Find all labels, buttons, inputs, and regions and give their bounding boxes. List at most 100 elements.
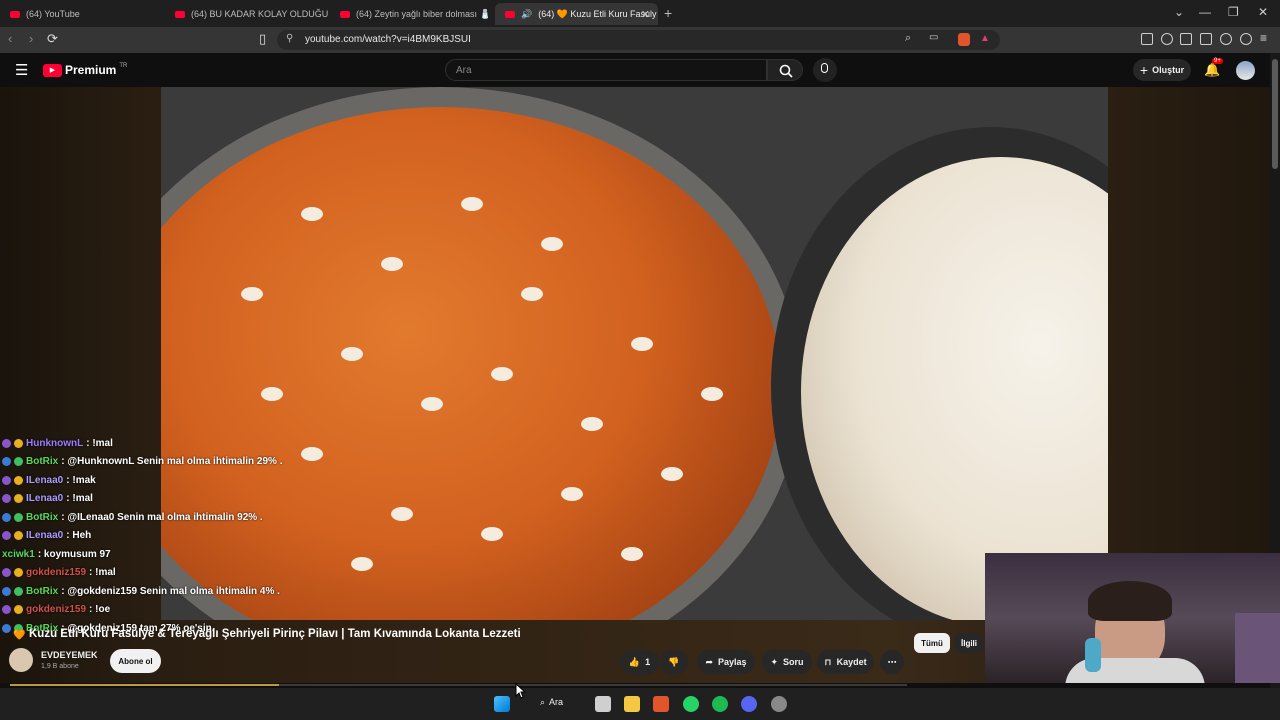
youtube-logo[interactable]: ▶ Premium TR <box>43 63 127 77</box>
chat-username[interactable]: gokdeniz159 <box>26 604 86 615</box>
url-text: youtube.com/watch?v=i4BM9KBJSUI <box>305 34 471 45</box>
chat-badge-icon <box>2 623 11 633</box>
sidebar-icon[interactable] <box>1180 33 1192 45</box>
chat-message: xciwk1: koymusum 97 <box>2 545 302 564</box>
address-bar[interactable]: ⚲ youtube.com/watch?v=i4BM9KBJSUI ⌕ ▭ ▲ <box>277 30 1000 50</box>
browser-tab[interactable]: (64) YouTube <box>0 3 163 25</box>
chat-username[interactable]: BotRix <box>26 512 58 523</box>
chat-username[interactable]: gokdeniz159 <box>26 567 86 578</box>
search-button[interactable] <box>767 59 803 81</box>
vpn-icon[interactable] <box>1240 33 1252 45</box>
chat-badge-icon <box>2 475 11 485</box>
search-input[interactable]: Ara <box>445 59 767 81</box>
chat-badge-icon <box>2 531 11 541</box>
chat-text: : @ILenaa0 Senin mal olma ihtimalin 92% … <box>61 511 263 523</box>
youtube-header: ☰ ▶ Premium TR Ara + Oluştur 🔔 9+ <box>0 53 1280 87</box>
settings-app-icon[interactable] <box>771 696 787 712</box>
notifications-button[interactable]: 🔔 9+ <box>1204 58 1223 79</box>
wallet-icon[interactable] <box>1200 33 1212 45</box>
chip-all[interactable]: Tümü <box>914 633 950 653</box>
channel-avatar[interactable] <box>9 648 33 672</box>
reload-icon[interactable]: ⟳ <box>47 31 58 47</box>
voice-search-button[interactable] <box>813 58 837 82</box>
forward-icon[interactable]: › <box>29 31 33 46</box>
brave-rewards-icon[interactable]: ▲ <box>980 33 990 44</box>
extensions-icon[interactable] <box>1141 33 1153 45</box>
close-tab-icon[interactable]: ✕ <box>641 8 650 21</box>
chat-message: BotRix: @gokdeniz159 Senin mal olma ihti… <box>2 582 302 601</box>
bookmark-icon[interactable]: ▯ <box>259 31 266 47</box>
chat-badge-icon <box>14 494 23 504</box>
chat-username[interactable]: xciwk1 <box>2 549 35 560</box>
minimize-icon[interactable]: — <box>1199 5 1211 19</box>
tab-title: (64) 🧡 Kuzu Etli Kuru Fasuly <box>538 8 657 19</box>
chat-badge-icon <box>14 475 23 485</box>
account-avatar[interactable] <box>1236 61 1255 80</box>
share-button[interactable]: ➦ Paylaş <box>697 650 755 674</box>
browser-tab[interactable]: (64) Zeytin yağlı biber dolması 🧂 - Y <box>330 3 493 25</box>
subscribe-button[interactable]: Abone ol <box>110 649 161 673</box>
spotify-icon[interactable] <box>712 696 728 712</box>
zoom-icon[interactable]: ⌕ <box>905 32 911 45</box>
save-button[interactable]: ⊓ Kaydet <box>817 650 874 674</box>
scrollbar-thumb[interactable] <box>1272 59 1278 169</box>
chat-badge-icon <box>2 494 11 504</box>
video-title: Kuzu Etli Kuru Fasulye & Tereyağlı Şehri… <box>29 628 521 640</box>
hamburger-menu-icon[interactable]: ☰ <box>15 61 28 79</box>
youtube-favicon-icon <box>340 10 350 18</box>
ask-button[interactable]: ✦ Soru <box>762 650 812 674</box>
brave-browser-icon[interactable] <box>653 696 669 712</box>
bookmark-icon: ⊓ <box>824 656 832 667</box>
chat-username[interactable]: ILenaa0 <box>26 530 63 541</box>
discord-icon[interactable] <box>741 696 757 712</box>
chat-badge-icon <box>14 457 23 467</box>
brave-shield-icon[interactable] <box>958 33 970 46</box>
mouse-cursor-icon <box>515 683 527 699</box>
cast-icon[interactable]: ▭ <box>929 32 938 43</box>
windows-start-icon[interactable] <box>494 696 510 712</box>
task-view-icon[interactable] <box>595 696 611 712</box>
more-icon: ⋯ <box>887 656 897 667</box>
browser-tab-active[interactable]: 🔊 (64) 🧡 Kuzu Etli Kuru Fasuly ✕ <box>495 3 658 25</box>
close-window-icon[interactable]: ✕ <box>1258 5 1268 19</box>
chat-username[interactable]: BotRix <box>26 456 58 467</box>
taskbar-search[interactable]: ⌕ Ara <box>540 697 563 708</box>
chat-username[interactable]: ILenaa0 <box>26 475 63 486</box>
chip-related[interactable]: İlgili <box>955 633 983 653</box>
browser-toolbar: ‹ › ⟳ ▯ ⚲ youtube.com/watch?v=i4BM9KBJSU… <box>0 27 1280 53</box>
file-explorer-icon[interactable] <box>624 696 640 712</box>
whatsapp-icon[interactable] <box>683 696 699 712</box>
chat-username[interactable]: HunknownL <box>26 438 83 449</box>
chat-message: gokdeniz159: !oe <box>2 601 302 620</box>
music-icon[interactable] <box>1161 33 1173 45</box>
youtube-favicon-icon <box>505 10 515 18</box>
restore-icon[interactable]: ❐ <box>1228 5 1239 19</box>
channel-name[interactable]: EVDEYEMEK <box>41 650 98 660</box>
chat-message: BotRix: @ILenaa0 Senin mal olma ihtimali… <box>2 508 302 527</box>
tab-title: (64) BU KADAR KOLAY OLDUĞUNA İ <box>191 9 328 19</box>
chat-message: gokdeniz159: !mal <box>2 564 302 583</box>
microphone-icon <box>821 63 828 73</box>
chat-username[interactable]: ILenaa0 <box>26 493 63 504</box>
more-actions-button[interactable]: ⋯ <box>880 650 904 674</box>
dislike-button[interactable]: 👎 <box>660 650 688 674</box>
chat-text: : !mal <box>89 567 116 579</box>
create-button[interactable]: + Oluştur <box>1133 59 1191 81</box>
chat-badge-icon <box>2 568 11 578</box>
chevron-down-icon[interactable]: ⌄ <box>1174 5 1184 19</box>
create-label: Oluştur <box>1152 65 1185 75</box>
site-info-icon[interactable]: ⚲ <box>286 33 293 44</box>
chat-username[interactable]: BotRix <box>26 586 58 597</box>
back-icon[interactable]: ‹ <box>8 31 12 46</box>
new-tab-icon[interactable]: + <box>664 5 672 21</box>
tab-title: (64) YouTube <box>26 9 80 19</box>
chat-badge-icon <box>14 438 23 448</box>
menu-icon[interactable]: ≡ <box>1260 31 1267 45</box>
browser-tab[interactable]: (64) BU KADAR KOLAY OLDUĞUNA İ <box>165 3 328 25</box>
like-button[interactable]: 👍 1 <box>620 650 659 674</box>
chat-overlay: HunknownL: !mal BotRix: @HunknownL Senin … <box>2 434 302 638</box>
chat-text: : @HunknownL Senin mal olma ihtimalin 29… <box>61 456 283 468</box>
video-progress-bar[interactable] <box>10 684 907 686</box>
leo-ai-icon[interactable] <box>1220 33 1232 45</box>
sparkle-icon: ✦ <box>770 656 779 667</box>
